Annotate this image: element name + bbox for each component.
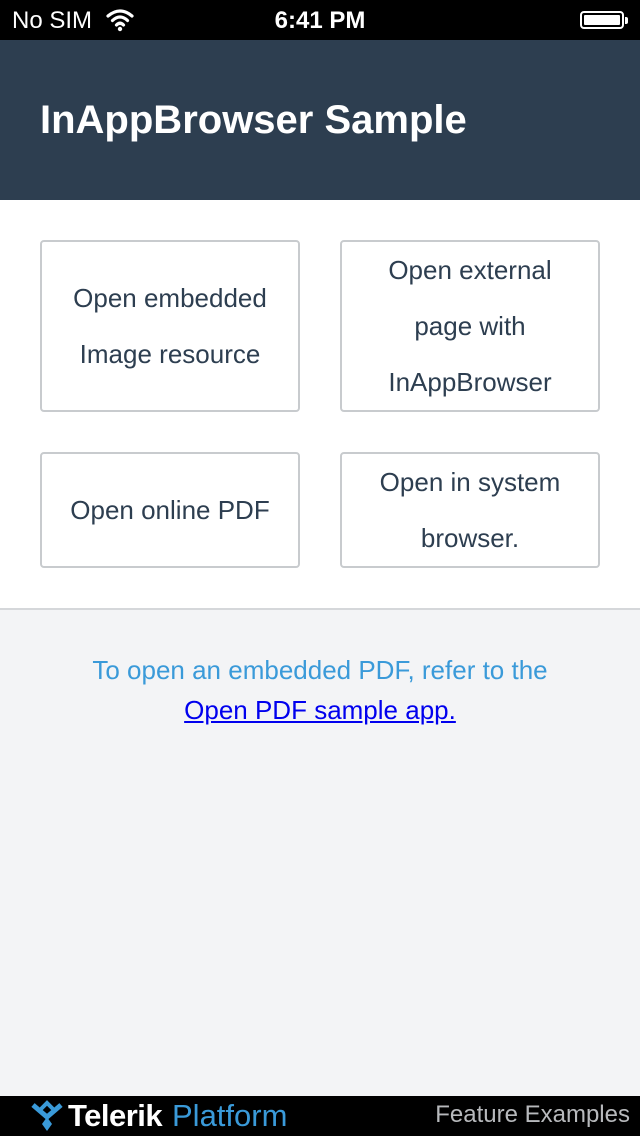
clock: 6:41 PM bbox=[274, 7, 366, 34]
page-title: InAppBrowser Sample bbox=[40, 98, 467, 142]
open-online-pdf-button[interactable]: Open online PDF bbox=[40, 452, 300, 568]
battery-icon bbox=[580, 11, 628, 29]
open-system-browser-button[interactable]: Open in system browser. bbox=[340, 452, 600, 568]
button-label: Open online PDF bbox=[70, 495, 270, 525]
button-label: Open in system browser. bbox=[379, 467, 561, 553]
footer-bar: Telerik Platform Feature Examples bbox=[0, 1096, 640, 1136]
brand-product: Platform bbox=[172, 1098, 288, 1133]
open-pdf-sample-link[interactable]: Open PDF sample app. bbox=[184, 695, 456, 725]
telerik-logo-icon bbox=[31, 1100, 63, 1131]
brand-name: Telerik bbox=[68, 1098, 163, 1133]
status-bar: No SIM 6:41 PM bbox=[0, 0, 640, 40]
open-external-page-button[interactable]: Open external page with InAppBrowser bbox=[340, 240, 600, 412]
button-label: Open embedded Image resource bbox=[73, 283, 267, 369]
app-header: InAppBrowser Sample bbox=[0, 40, 640, 200]
button-grid: Open embedded Image resource Open extern… bbox=[0, 200, 640, 610]
info-section: To open an embedded PDF, refer to the Op… bbox=[0, 650, 640, 730]
button-label: Open external page with InAppBrowser bbox=[388, 255, 552, 397]
feature-examples-label: Feature Examples bbox=[435, 1101, 630, 1128]
open-embedded-image-button[interactable]: Open embedded Image resource bbox=[40, 240, 300, 412]
info-message: To open an embedded PDF, refer to the bbox=[92, 655, 548, 685]
